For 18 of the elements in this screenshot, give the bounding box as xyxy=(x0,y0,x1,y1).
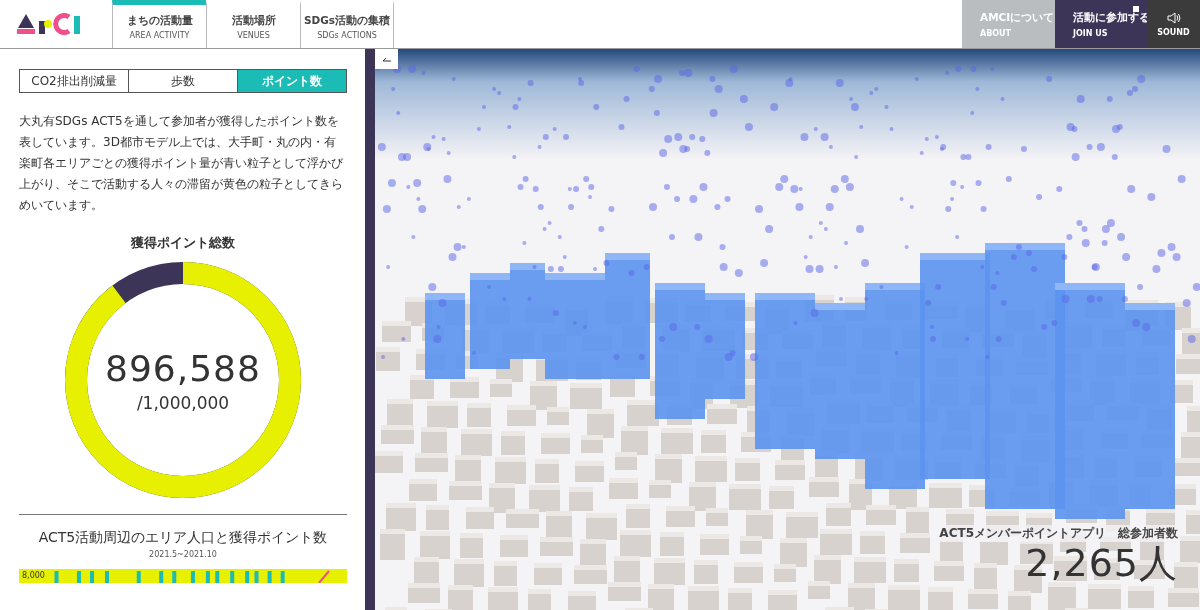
caption-text: 総参加者数 xyxy=(1118,525,1178,542)
arrow-icon xyxy=(381,56,392,62)
chart-title: 獲得ポイント総数 xyxy=(130,234,236,252)
speaker-icon xyxy=(1166,11,1181,24)
date-range: 2021.5~2021.10 xyxy=(148,550,218,559)
sound-button[interactable]: SOUND xyxy=(1147,0,1200,48)
axis-tick-label: 8,000 xyxy=(22,571,45,580)
nav-tab[interactable]: SDGs活動の集積 SDGs ACTIONS xyxy=(300,0,394,48)
chart-title: ACT5活動周辺のエリア人口と獲得ポイント数 xyxy=(37,529,329,547)
collapse-button[interactable] xyxy=(375,49,398,69)
description-text: 大丸有SDGs ACT5を通して参加者が獲得したポイント数を表しています。3D都市モデル上では、大手町・丸の内・有楽町各エリアごとの獲得ポイント量が青い粒子として浮かび上がり、そこで活動する人々の滞留が黄色の粒子としてきらめいています。 xyxy=(19,113,344,214)
city-map-drawing[interactable] xyxy=(375,49,1200,610)
participant-count: 2,265人 xyxy=(1025,544,1178,582)
points-total: 896,588 xyxy=(105,347,261,389)
caption-text: ACT5メンバーポイントアプリ xyxy=(939,525,1106,542)
external-link-icon xyxy=(1133,6,1139,12)
points-goal: /1,000,000 xyxy=(136,392,230,413)
nav-tab[interactable]: 活動場所 VENUES xyxy=(206,0,300,48)
